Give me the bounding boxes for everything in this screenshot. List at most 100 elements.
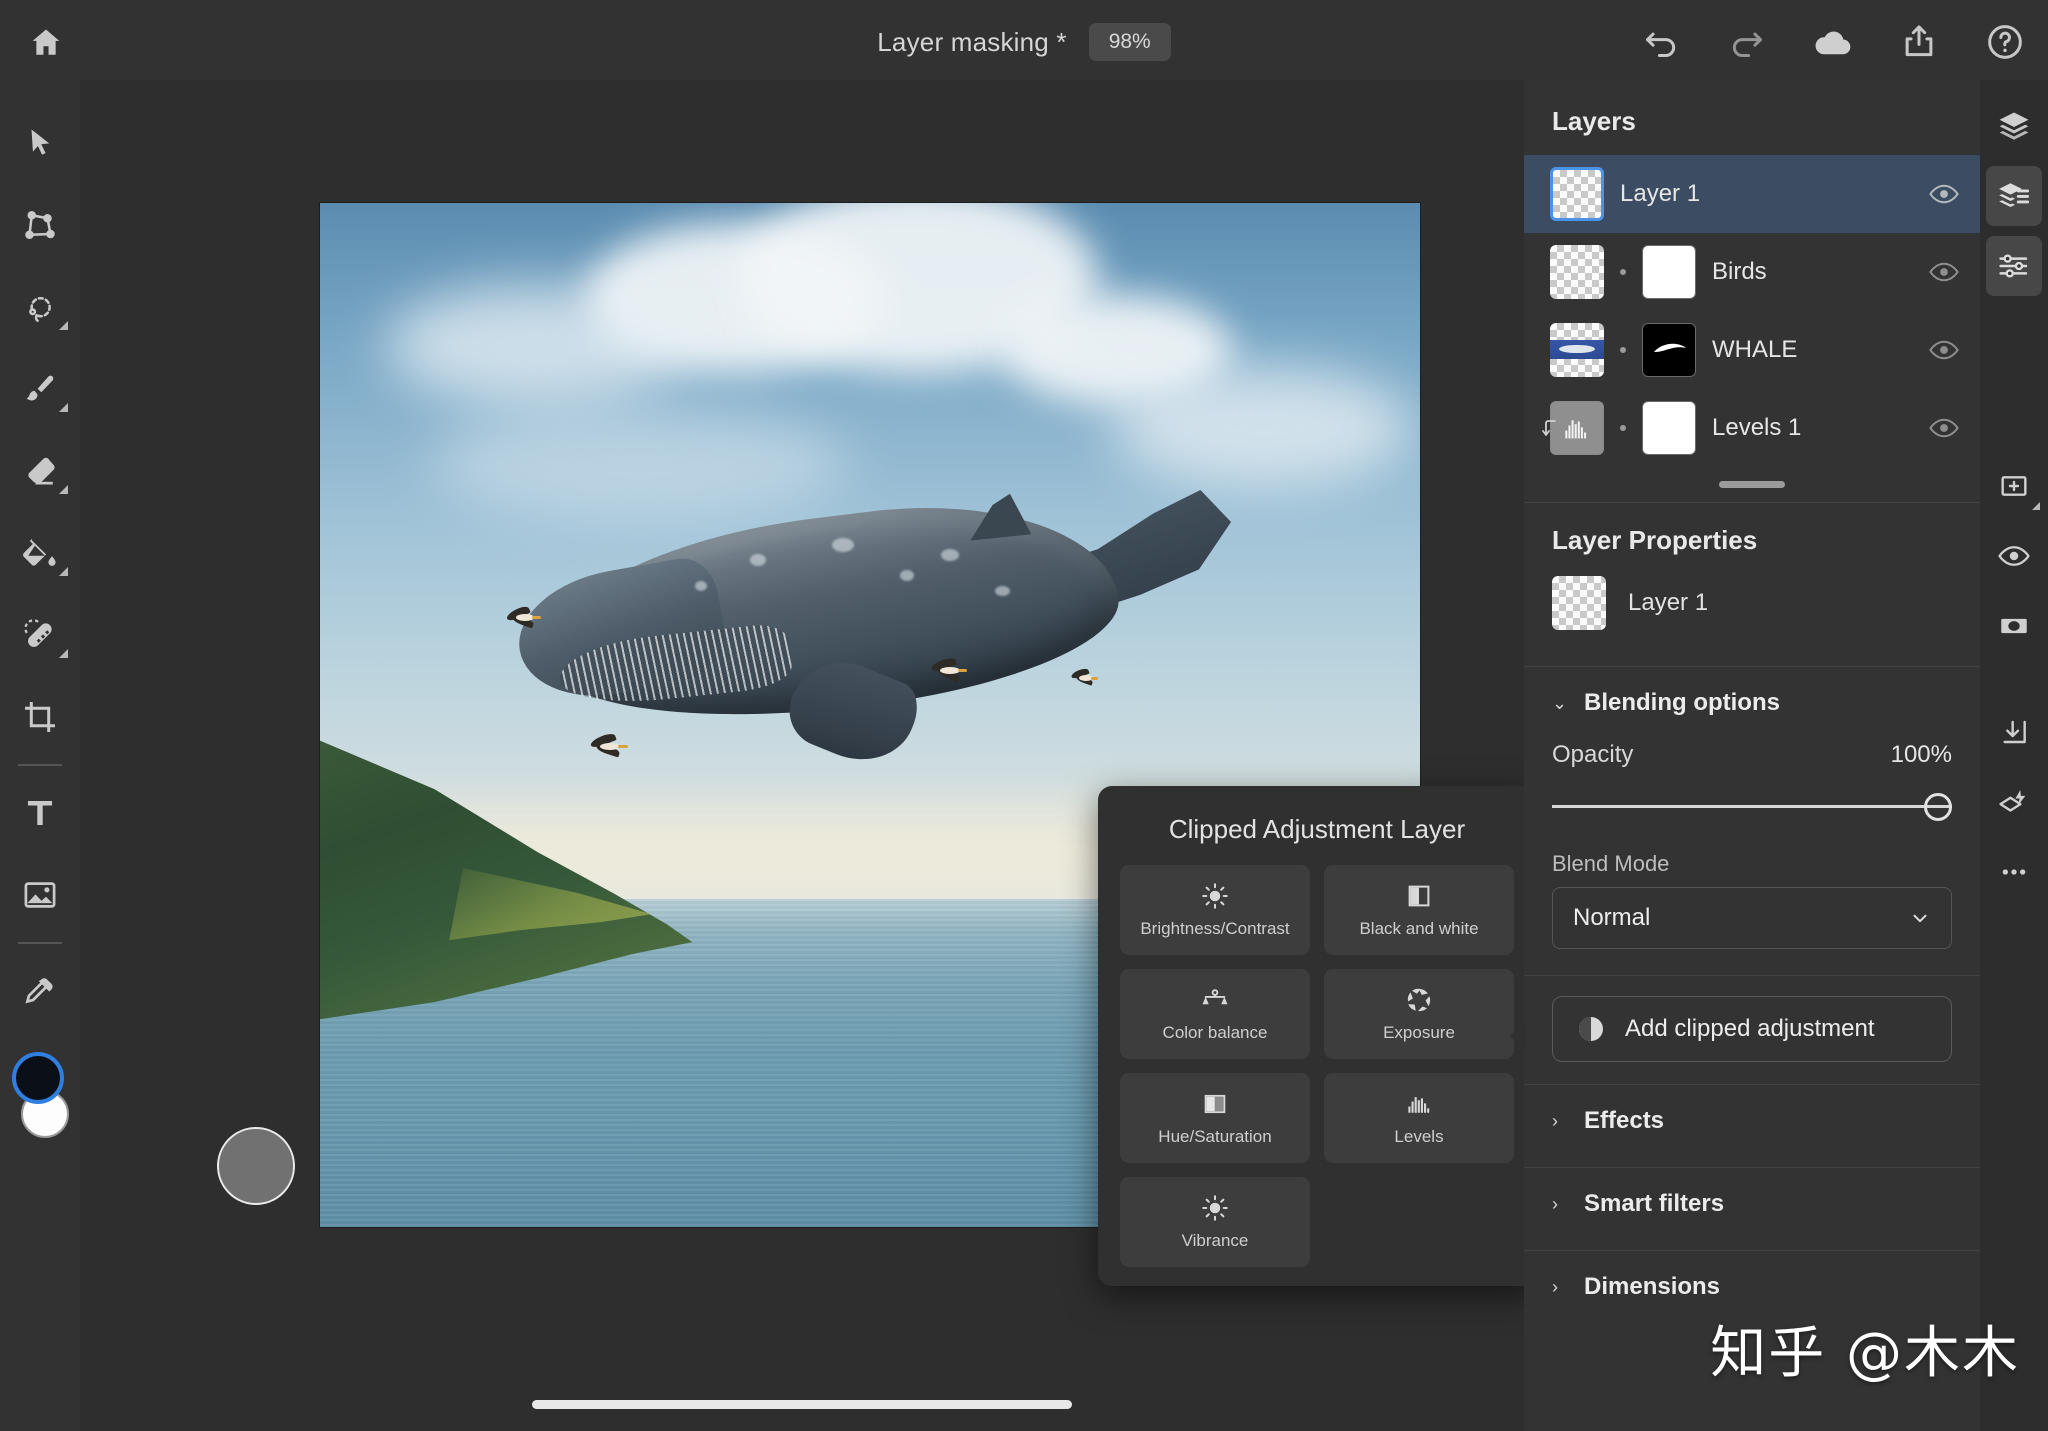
place-image-tool[interactable]	[8, 854, 72, 936]
layer-visibility-eye-icon[interactable]	[1928, 334, 1960, 366]
bird	[584, 735, 632, 759]
clipping-mask-arrow-icon	[1538, 416, 1562, 440]
half-circle-icon	[1575, 1013, 1607, 1045]
layer-name: Levels 1	[1712, 414, 1912, 442]
layer-visibility-eye-icon[interactable]	[1928, 256, 1960, 288]
layer-thumbnail[interactable]	[1550, 323, 1604, 377]
opacity-slider-knob[interactable]	[1924, 793, 1952, 821]
share-icon[interactable]	[1898, 21, 1940, 63]
chevron-right-icon: ›	[1552, 1277, 1568, 1298]
adjustment-exposure[interactable]: Exposure	[1324, 969, 1514, 1059]
layer-row-whale[interactable]: WHALE	[1524, 311, 1980, 389]
layers-icon[interactable]	[1986, 96, 2042, 156]
chevron-down-icon: ⌄	[1552, 693, 1568, 714]
adjustment-label: Levels	[1394, 1127, 1443, 1147]
home-icon[interactable]	[18, 14, 74, 70]
add-layer-icon[interactable]	[1986, 456, 2042, 516]
right-icon-rail	[1980, 80, 2048, 1431]
layer-mask-thumbnail[interactable]	[1642, 401, 1696, 455]
black-white-icon	[1404, 881, 1434, 911]
merge-down-icon[interactable]	[1986, 702, 2042, 762]
flyout-indicator	[59, 485, 68, 494]
layer-name: Birds	[1712, 258, 1912, 286]
layer-properties-icon[interactable]	[1986, 166, 2042, 226]
adjustment-label: Vibrance	[1182, 1231, 1249, 1251]
brush-tool[interactable]	[8, 348, 72, 430]
layer-thumbnail[interactable]	[1550, 167, 1604, 221]
opacity-value: 100%	[1891, 741, 1952, 769]
layer-mask-icon[interactable]	[1986, 596, 2042, 656]
adjustment-black-and-white[interactable]: Black and white	[1324, 865, 1514, 955]
bird	[925, 659, 971, 683]
properties-layer-name: Layer 1	[1628, 589, 1708, 617]
smart-filters-section-header[interactable]: › Smart filters	[1524, 1168, 1980, 1224]
adjustment-hue-saturation[interactable]: Hue/Saturation	[1120, 1073, 1310, 1163]
help-icon[interactable]	[1984, 21, 2026, 63]
page-title: Layer masking *	[877, 27, 1066, 58]
add-clipped-adjustment-row: Add clipped adjustment	[1524, 976, 1980, 1062]
smart-filter-icon[interactable]	[1986, 772, 2042, 832]
transform-tool[interactable]	[8, 184, 72, 266]
adjustment-color-balance[interactable]: Color balance	[1120, 969, 1310, 1059]
add-clipped-adjustment-button[interactable]: Add clipped adjustment	[1552, 996, 1952, 1062]
adjustment-levels[interactable]: Levels	[1324, 1073, 1514, 1163]
adjustment-label: Exposure	[1383, 1023, 1455, 1043]
layer-row-layer-1[interactable]: Layer 1	[1524, 155, 1980, 233]
bird	[1068, 669, 1100, 687]
top-toolbar: Layer masking * 98%	[0, 0, 2048, 84]
type-tool[interactable]	[8, 772, 72, 854]
layer-row-levels-1[interactable]: Levels 1	[1524, 389, 1980, 467]
adjustment-vibrance[interactable]: Vibrance	[1120, 1177, 1310, 1267]
adjustment-label: Hue/Saturation	[1158, 1127, 1271, 1147]
fill-tool[interactable]	[8, 512, 72, 594]
layers-title: Layers	[1552, 106, 1952, 137]
blend-mode-value: Normal	[1573, 904, 1650, 932]
flyout-indicator	[59, 567, 68, 576]
layer-visibility-eye-icon[interactable]	[1928, 178, 1960, 210]
layer-thumbnail[interactable]	[1550, 245, 1604, 299]
cloud-shape	[386, 285, 686, 405]
redo-icon[interactable]	[1726, 21, 1768, 63]
whale-barnacle	[900, 570, 914, 581]
zoom-level-chip[interactable]: 98%	[1089, 23, 1171, 61]
vibrance-icon	[1200, 1193, 1230, 1223]
move-tool[interactable]	[8, 102, 72, 184]
crop-tool[interactable]	[8, 676, 72, 758]
whale-subject	[518, 479, 1200, 745]
panel-resize-handle[interactable]	[1719, 481, 1785, 488]
layer-mask-thumbnail[interactable]	[1642, 323, 1696, 377]
more-options-icon[interactable]	[1986, 842, 2042, 902]
undo-icon[interactable]	[1640, 21, 1682, 63]
layer-visibility-eye-icon[interactable]	[1928, 412, 1960, 444]
adjustments-icon[interactable]	[1986, 236, 2042, 296]
visibility-eye-icon[interactable]	[1986, 526, 2042, 586]
levels-histogram-icon	[1404, 1089, 1434, 1119]
smart-filters-title: Smart filters	[1584, 1190, 1724, 1218]
color-swatches[interactable]	[8, 1046, 72, 1150]
eraser-tool[interactable]	[8, 430, 72, 512]
lasso-select-tool[interactable]	[8, 266, 72, 348]
blending-options-header[interactable]: ⌄ Blending options	[1524, 667, 1980, 723]
flyout-indicator	[59, 649, 68, 658]
opacity-slider[interactable]	[1552, 793, 1952, 821]
adjustment-label: Brightness/Contrast	[1140, 919, 1289, 939]
foreground-color-swatch[interactable]	[12, 1052, 64, 1104]
adjustment-label: Color balance	[1163, 1023, 1268, 1043]
dimensions-section-header[interactable]: › Dimensions	[1524, 1251, 1980, 1307]
effects-section-header[interactable]: › Effects	[1524, 1085, 1980, 1141]
eyedropper-tool[interactable]	[8, 950, 72, 1032]
opacity-row: Opacity 100%	[1524, 723, 1980, 769]
chevron-right-icon: ›	[1552, 1111, 1568, 1132]
adjustment-label: Black and white	[1359, 919, 1478, 939]
properties-layer-thumbnail	[1552, 576, 1606, 630]
watermark: 知乎 @木木	[1710, 1308, 2020, 1389]
layer-mask-thumbnail[interactable]	[1642, 245, 1696, 299]
top-right-actions	[1640, 0, 2026, 84]
adjustment-brightness-contrast[interactable]: Brightness/Contrast	[1120, 865, 1310, 955]
cloud-icon[interactable]	[1812, 21, 1854, 63]
blend-mode-select[interactable]: Normal	[1552, 887, 1952, 949]
scales-icon	[1200, 985, 1230, 1015]
layer-row-birds[interactable]: Birds	[1524, 233, 1980, 311]
dimensions-title: Dimensions	[1584, 1273, 1720, 1301]
healing-brush-tool[interactable]	[8, 594, 72, 676]
